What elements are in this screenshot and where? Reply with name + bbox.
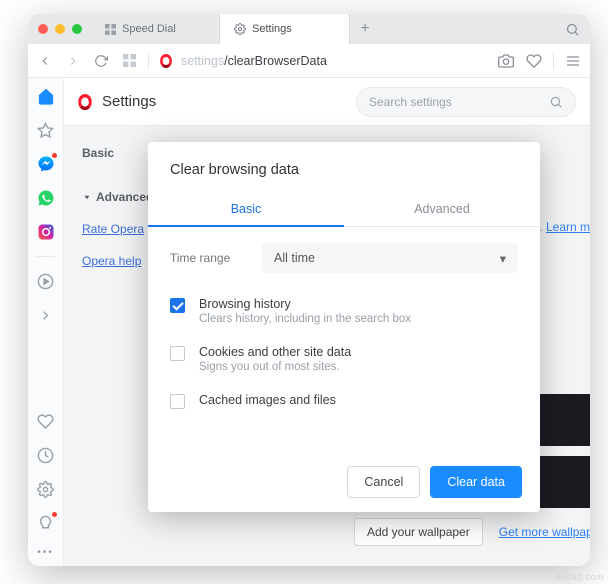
- sidebar-pinboards[interactable]: [36, 411, 56, 431]
- add-wallpaper-button[interactable]: Add your wallpaper: [354, 518, 483, 546]
- dialog-title: Clear browsing data: [148, 142, 540, 192]
- tab-strip: Speed Dial Settings +: [28, 14, 590, 44]
- option-cached-images[interactable]: Cached images and files: [170, 383, 518, 419]
- heart-button[interactable]: [525, 52, 543, 70]
- url-text: settings/clearBrowserData: [181, 54, 327, 68]
- wallpaper-thumb[interactable]: [533, 394, 590, 446]
- sidebar-instagram[interactable]: [36, 222, 56, 242]
- sidebar-history[interactable]: [36, 445, 56, 465]
- chevron-down-icon: [82, 192, 92, 202]
- page-title: Settings: [102, 93, 156, 110]
- option-desc: Signs you out of most sites.: [199, 361, 351, 373]
- option-cookies[interactable]: Cookies and other site data Signs you ou…: [170, 335, 518, 383]
- clear-data-button[interactable]: Clear data: [430, 466, 522, 498]
- settings-header: Settings Search settings: [64, 78, 590, 126]
- dialog-tab-basic[interactable]: Basic: [148, 192, 344, 226]
- sidebar: •••: [28, 78, 64, 566]
- tab-settings[interactable]: Settings: [220, 14, 350, 44]
- sidebar-workspaces[interactable]: [36, 305, 56, 325]
- forward-button[interactable]: [64, 52, 82, 70]
- option-desc: Clears history, including in the search …: [199, 313, 411, 325]
- clear-browsing-data-dialog: Clear browsing data Basic Advanced Time …: [148, 142, 540, 512]
- sidebar-messenger[interactable]: [36, 154, 56, 174]
- wallpaper-thumb[interactable]: [533, 456, 590, 508]
- sidebar-player[interactable]: [36, 271, 56, 291]
- option-title: Browsing history: [199, 297, 411, 311]
- minimize-window-button[interactable]: [55, 24, 65, 34]
- sidebar-features[interactable]: [36, 513, 56, 533]
- sidebar-home[interactable]: [36, 86, 56, 106]
- option-title: Cookies and other site data: [199, 345, 351, 359]
- search-placeholder: Search settings: [369, 95, 541, 109]
- sidebar-bookmarks[interactable]: [36, 120, 56, 140]
- reload-button[interactable]: [92, 52, 110, 70]
- checkbox[interactable]: [170, 346, 185, 361]
- close-window-button[interactable]: [38, 24, 48, 34]
- time-range-select[interactable]: All time ▾: [262, 243, 518, 273]
- more-wallpapers-link[interactable]: Get more wallpapers: [499, 525, 590, 539]
- gear-icon: [234, 23, 246, 35]
- promo-learn-more[interactable]: Learn m: [546, 220, 590, 234]
- cancel-button[interactable]: Cancel: [347, 466, 420, 498]
- option-browsing-history[interactable]: Browsing history Clears history, includi…: [170, 287, 518, 335]
- sidebar-whatsapp[interactable]: [36, 188, 56, 208]
- opera-logo-icon: [78, 93, 92, 109]
- search-icon: [549, 95, 563, 109]
- zoom-window-button[interactable]: [72, 24, 82, 34]
- window-controls: [36, 14, 90, 44]
- tab-search-button[interactable]: [554, 14, 590, 44]
- back-button[interactable]: [36, 52, 54, 70]
- checkbox[interactable]: [170, 394, 185, 409]
- sidebar-more[interactable]: •••: [37, 547, 54, 558]
- watermark: dedaq.com: [555, 572, 604, 582]
- dialog-tab-advanced[interactable]: Advanced: [344, 192, 540, 226]
- address-bar: settings/clearBrowserData: [28, 44, 590, 78]
- new-tab-button[interactable]: +: [350, 14, 380, 44]
- snapshot-button[interactable]: [497, 52, 515, 70]
- dialog-tabs: Basic Advanced: [148, 192, 540, 227]
- chevron-down-icon: ▾: [500, 251, 506, 266]
- tab-label: Settings: [252, 23, 292, 35]
- sidebar-settings[interactable]: [36, 479, 56, 499]
- tiles-icon[interactable]: [120, 52, 138, 70]
- tab-label: Speed Dial: [122, 23, 176, 35]
- checkbox[interactable]: [170, 298, 185, 313]
- browser-window: Speed Dial Settings + settings/cle: [28, 14, 590, 566]
- tab-speed-dial[interactable]: Speed Dial: [90, 14, 220, 44]
- easy-setup-button[interactable]: [564, 52, 582, 70]
- option-title: Cached images and files: [199, 393, 336, 407]
- time-range-label: Time range: [170, 251, 248, 265]
- url-field[interactable]: settings/clearBrowserData: [159, 54, 487, 68]
- speed-dial-icon: [104, 23, 116, 35]
- opera-icon: [160, 54, 172, 68]
- time-range-value: All time: [274, 251, 315, 265]
- search-settings-input[interactable]: Search settings: [356, 87, 576, 117]
